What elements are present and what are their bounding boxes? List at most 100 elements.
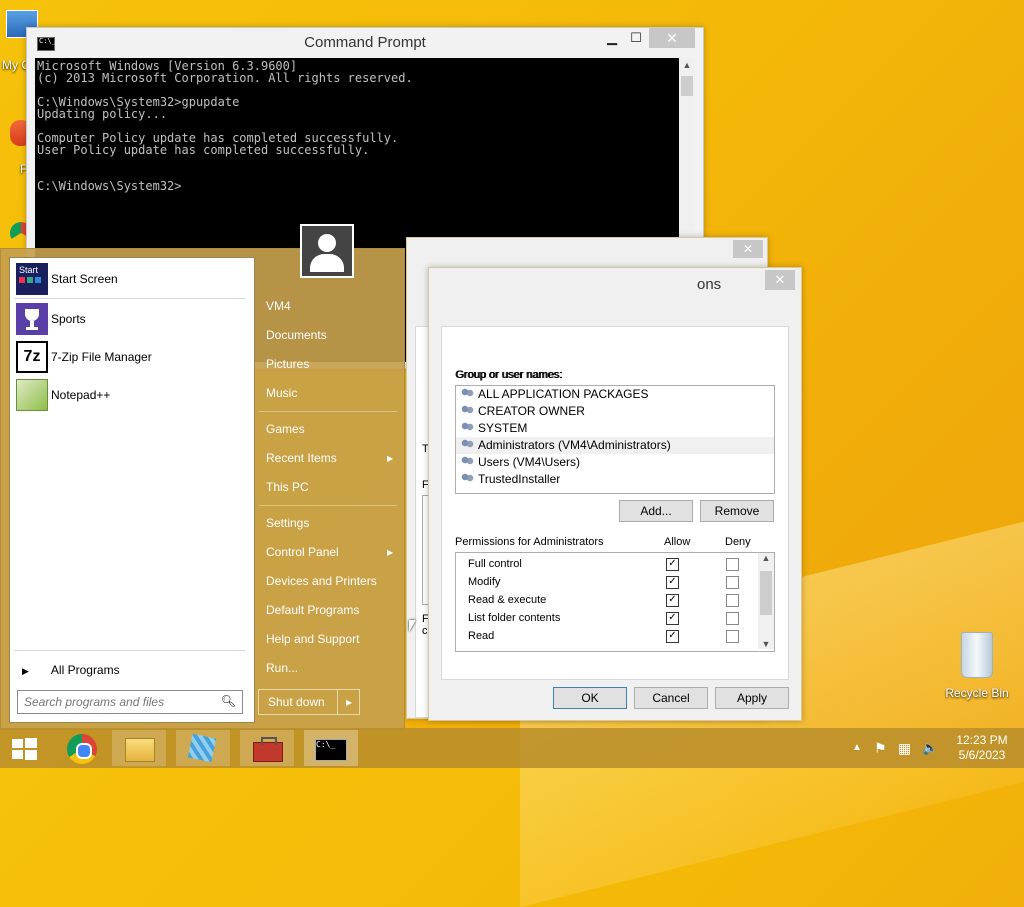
close-button[interactable]: ✕ xyxy=(765,270,795,290)
windows-start-icon[interactable] xyxy=(0,730,54,766)
mouse-cursor xyxy=(409,620,416,632)
user-list[interactable]: ALL APPLICATION PACKAGES CREATOR OWNER SYS… xyxy=(455,385,775,494)
scroll-thumb[interactable] xyxy=(681,76,693,96)
clock-time: 12:23 PM xyxy=(956,733,1008,747)
file-explorer-icon[interactable] xyxy=(112,730,166,766)
deny-checkbox[interactable] xyxy=(726,630,739,643)
pinned-label: 7-Zip File Manager xyxy=(51,350,152,364)
permission-name: Read xyxy=(468,630,495,642)
cancel-button[interactable]: Cancel xyxy=(634,687,708,709)
pinned-notepad-plus-plus[interactable]: Notepad++ xyxy=(14,378,248,412)
allow-checkbox[interactable]: ✓ xyxy=(666,630,679,643)
permission-name: Read & execute xyxy=(468,594,547,606)
start-screen-icon: Start xyxy=(16,263,48,295)
permission-name: List folder contents xyxy=(468,612,561,624)
notepad-plus-plus-icon xyxy=(16,379,48,411)
toolbox-icon[interactable] xyxy=(240,730,294,766)
scroll-up-arrow[interactable]: ▲ xyxy=(758,553,774,563)
console-line: (c) 2013 Microsoft Corporation. All righ… xyxy=(37,71,413,85)
deny-checkbox[interactable] xyxy=(726,576,739,589)
start-link-run[interactable]: Run... xyxy=(266,661,298,675)
submenu-arrow-icon: ▶ xyxy=(387,454,394,463)
minimize-button[interactable]: ▁ xyxy=(599,28,625,48)
permission-row: Read ✓ xyxy=(456,627,774,645)
ok-button[interactable]: OK xyxy=(553,687,627,709)
taskbar: C:\_ ▲ ⚑ ▦ 🔈 12:23 PM 5/6/2023 xyxy=(0,728,1024,768)
pinned-sports[interactable]: Sports xyxy=(14,302,248,336)
start-link-default-programs[interactable]: Default Programs xyxy=(266,603,359,617)
user-group-icon xyxy=(460,473,474,485)
user-group-icon xyxy=(460,456,474,468)
start-link-recent-items[interactable]: Recent Items xyxy=(266,451,337,465)
allow-checkbox[interactable]: ✓ xyxy=(666,558,679,571)
allow-checkbox[interactable]: ✓ xyxy=(666,594,679,607)
tray-overflow-icon[interactable]: ▲ xyxy=(852,728,862,768)
start-link-this-pc[interactable]: This PC xyxy=(266,480,309,494)
deny-header: Deny xyxy=(725,536,751,548)
start-link-documents[interactable]: Documents xyxy=(266,328,327,342)
user-group-icon xyxy=(460,422,474,434)
user-list-item[interactable]: TrustedInstaller xyxy=(456,471,774,488)
close-button[interactable]: ✕ xyxy=(733,240,763,258)
search-icon[interactable]: 🔍︎ xyxy=(221,694,236,708)
all-programs-button[interactable]: ▶ All Programs xyxy=(22,663,120,677)
volume-muted-icon[interactable]: 🔈 xyxy=(922,728,938,768)
deny-checkbox[interactable] xyxy=(726,612,739,625)
scroll-thumb[interactable] xyxy=(760,571,772,615)
start-link-music[interactable]: Music xyxy=(266,386,297,400)
start-link-vm4[interactable]: VM4 xyxy=(266,299,291,313)
start-menu-programs: Start Start Screen Sports 7z 7-Zip File … xyxy=(9,257,255,723)
user-list-item[interactable]: Users (VM4\Users) xyxy=(456,454,774,471)
deny-checkbox[interactable] xyxy=(726,594,739,607)
shutdown-options-arrow[interactable]: ▸ xyxy=(337,690,360,714)
clock-date: 5/6/2023 xyxy=(958,748,1006,762)
start-link-devices-and-printers[interactable]: Devices and Printers xyxy=(266,574,377,588)
user-list-item[interactable]: SYSTEM xyxy=(456,420,774,437)
console-line: Updating policy... xyxy=(37,107,168,121)
add-button[interactable]: Add... xyxy=(619,500,693,522)
allow-header: Allow xyxy=(664,536,691,548)
network-app-icon[interactable] xyxy=(176,730,230,766)
shutdown-button[interactable]: Shut down xyxy=(259,695,325,709)
clock[interactable]: 12:23 PM 5/6/2023 xyxy=(950,733,1014,763)
search-box[interactable]: 🔍︎ xyxy=(17,690,243,714)
command-prompt-icon[interactable]: C:\_ xyxy=(304,730,358,766)
action-center-flag-icon[interactable]: ⚑ xyxy=(874,728,887,768)
start-link-pictures[interactable]: Pictures xyxy=(266,357,309,371)
divider xyxy=(14,298,246,299)
group-label-text: Group or user names: xyxy=(455,369,562,381)
user-list-item[interactable]: ALL APPLICATION PACKAGES xyxy=(456,386,774,403)
start-link-help-and-support[interactable]: Help and Support xyxy=(266,632,359,646)
user-list-item[interactable]: CREATOR OWNER xyxy=(456,403,774,420)
close-button[interactable]: ✕ xyxy=(649,28,695,48)
allow-checkbox[interactable]: ✓ xyxy=(666,612,679,625)
permission-row: Modify ✓ xyxy=(456,573,774,591)
start-tile-text: Start xyxy=(19,265,39,275)
deny-checkbox[interactable] xyxy=(726,558,739,571)
user-avatar[interactable] xyxy=(300,224,354,278)
permissions-scrollbar[interactable]: ▲ ▼ xyxy=(758,553,774,649)
recycle-bin-icon[interactable]: Recycle Bin xyxy=(944,632,1010,700)
start-menu[interactable]: Start Start Screen Sports 7z 7-Zip File … xyxy=(0,248,405,730)
chrome-icon[interactable] xyxy=(56,730,110,766)
maximize-button[interactable]: ☐ xyxy=(623,28,649,48)
security-permissions-dialog[interactable]: ons ✕ Group or user names: Group or user… xyxy=(428,267,802,721)
scroll-up-arrow[interactable]: ▲ xyxy=(679,60,695,70)
permissions-list[interactable]: Full control ✓ Modify ✓ Read & execute ✓ List … xyxy=(455,552,775,652)
divider xyxy=(259,411,397,412)
scroll-down-arrow[interactable]: ▼ xyxy=(758,639,774,649)
remove-button[interactable]: Remove xyxy=(700,500,774,522)
pinned-7zip[interactable]: 7z 7-Zip File Manager xyxy=(14,340,248,374)
start-link-control-panel[interactable]: Control Panel xyxy=(266,545,339,559)
apply-button[interactable]: Apply xyxy=(715,687,789,709)
pinned-start-screen[interactable]: Start Start Screen xyxy=(14,262,248,296)
permission-name: Full control xyxy=(468,558,522,570)
start-link-settings[interactable]: Settings xyxy=(266,516,309,530)
allow-checkbox[interactable]: ✓ xyxy=(666,576,679,589)
network-icon[interactable]: ▦ xyxy=(898,728,911,768)
start-link-games[interactable]: Games xyxy=(266,422,305,436)
user-list-item[interactable]: Administrators (VM4\Administrators) xyxy=(456,437,774,454)
console-line: User Policy update has completed success… xyxy=(37,143,370,157)
search-input[interactable] xyxy=(22,691,222,713)
